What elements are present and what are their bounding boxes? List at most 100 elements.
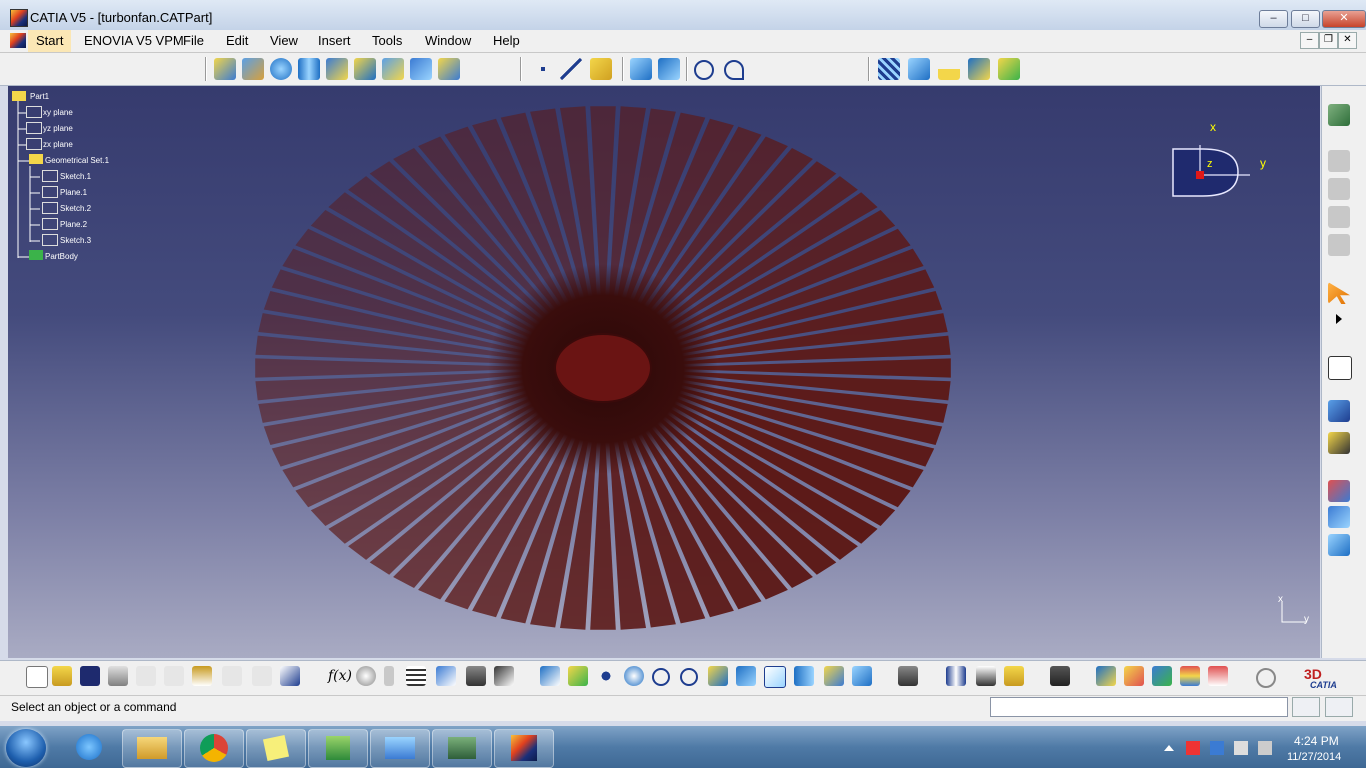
menu-insert[interactable]: Insert <box>318 30 351 52</box>
capture-icon[interactable] <box>1050 666 1070 686</box>
menu-start[interactable]: Start <box>28 30 72 52</box>
fill-icon[interactable] <box>354 58 376 80</box>
pan-icon[interactable] <box>596 666 616 686</box>
3d-viewport[interactable]: Part1 xy plane yz plane zx plane Geometr… <box>8 86 1320 658</box>
menu-window[interactable]: Window <box>425 30 471 52</box>
tree-node-plane-1[interactable]: Plane.1 <box>60 188 87 197</box>
repetition-icon[interactable] <box>1328 400 1350 422</box>
measure-inertia-icon[interactable] <box>1004 666 1024 686</box>
document-icon[interactable] <box>10 33 26 48</box>
apply-material-icon[interactable] <box>998 58 1020 80</box>
projection-icon[interactable] <box>630 58 652 80</box>
draft-analysis-icon[interactable] <box>1180 666 1200 686</box>
multi-section-icon[interactable] <box>382 58 404 80</box>
plane-tree-icon[interactable] <box>26 122 42 134</box>
geometrical-set-icon[interactable] <box>29 154 43 164</box>
remote-desktop-icon[interactable] <box>432 729 492 768</box>
analysis-icon[interactable] <box>1328 480 1350 502</box>
command-input[interactable] <box>990 697 1288 717</box>
zoom-in-icon[interactable] <box>652 668 670 686</box>
multiple-plane-icon[interactable] <box>1328 432 1350 454</box>
mdi-restore-button[interactable]: ❐ <box>1319 32 1338 49</box>
measure-item-icon[interactable] <box>976 666 996 686</box>
plane-tree-icon[interactable] <box>42 186 58 198</box>
tree-root-part1[interactable]: Part1 <box>30 92 49 101</box>
command-cancel-button[interactable] <box>1325 697 1353 717</box>
fit-all-icon[interactable] <box>568 666 588 686</box>
circle-icon[interactable] <box>694 60 714 80</box>
undo-icon[interactable] <box>222 666 242 686</box>
new-file-icon[interactable] <box>26 666 48 688</box>
action-center-icon[interactable] <box>1186 741 1200 755</box>
open-folder-icon[interactable] <box>52 666 72 686</box>
formula-icon[interactable]: f(x) <box>328 668 352 684</box>
windows-start-button[interactable] <box>6 729 46 767</box>
sticky-notes-icon[interactable] <box>246 729 306 768</box>
sketch-icon[interactable] <box>42 170 58 182</box>
plane-tree-icon[interactable] <box>26 106 42 118</box>
intersection-icon[interactable] <box>658 58 680 80</box>
rotate-icon[interactable] <box>624 666 644 686</box>
lock-icon[interactable] <box>466 666 486 686</box>
expand-arrow-icon[interactable] <box>1336 314 1342 324</box>
tree-node-geometrical-set[interactable]: Geometrical Set.1 <box>45 156 109 165</box>
join-icon[interactable] <box>878 58 900 80</box>
clock-time[interactable]: 4:24 PM <box>1294 734 1339 748</box>
part-icon[interactable] <box>12 91 26 101</box>
internet-explorer-icon[interactable] <box>60 729 118 766</box>
axis-system-icon[interactable] <box>968 58 990 80</box>
photo-viewer-icon[interactable] <box>370 729 430 768</box>
turbofan-model[interactable] <box>255 104 955 630</box>
refresh-icon[interactable] <box>1256 668 1276 688</box>
distance-analysis-icon[interactable] <box>1152 666 1172 686</box>
dress-up-icon[interactable] <box>1096 666 1116 686</box>
clock-date[interactable]: 11/27/2014 <box>1287 751 1341 763</box>
tools-palette-icon[interactable] <box>898 666 918 686</box>
tree-node-yz-plane[interactable]: yz plane <box>43 124 73 133</box>
point-icon[interactable] <box>532 58 554 80</box>
catia-window-icon[interactable] <box>308 729 368 768</box>
parameters-icon[interactable] <box>494 666 514 686</box>
plane-tree-icon[interactable] <box>42 218 58 230</box>
sketch-workbench-icon[interactable] <box>1328 104 1350 126</box>
translate-icon[interactable] <box>908 58 930 80</box>
shading-icon[interactable] <box>794 666 814 686</box>
tree-node-partbody[interactable]: PartBody <box>45 252 78 261</box>
sweep-icon[interactable] <box>326 58 348 80</box>
measure-between-icon[interactable] <box>946 666 966 686</box>
show-hidden-icons-icon[interactable] <box>1164 745 1174 751</box>
volume-muted-icon[interactable] <box>1258 741 1272 755</box>
whats-this-icon[interactable] <box>280 666 300 686</box>
multi-view-icon[interactable] <box>736 666 756 686</box>
normal-view-icon[interactable] <box>708 666 728 686</box>
fan-hub[interactable] <box>554 333 652 403</box>
connect-checker-icon[interactable] <box>1328 506 1350 528</box>
tree-node-plane-2[interactable]: Plane.2 <box>60 220 87 229</box>
sketcher-icon[interactable] <box>1328 356 1352 380</box>
line-icon[interactable] <box>560 58 582 80</box>
catia-app-icon[interactable] <box>10 9 28 27</box>
surface-analysis-icon[interactable] <box>1124 666 1144 686</box>
knowledge-advisor-icon[interactable] <box>356 666 376 686</box>
mdi-minimize-button[interactable]: – <box>1300 32 1319 49</box>
paste-icon[interactable] <box>192 666 212 686</box>
maximize-button[interactable]: □ <box>1291 10 1320 28</box>
zoom-out-icon[interactable] <box>680 668 698 686</box>
chrome-icon[interactable] <box>184 729 244 768</box>
blend-icon[interactable] <box>410 58 432 80</box>
cylinder-icon[interactable] <box>298 58 320 80</box>
curvature-icon[interactable] <box>1328 534 1350 556</box>
menu-tools[interactable]: Tools <box>372 30 402 52</box>
swap-visible-space-icon[interactable] <box>852 666 872 686</box>
network-icon[interactable] <box>1234 741 1248 755</box>
catalog-icon[interactable] <box>436 666 456 686</box>
catia-taskbar-icon[interactable] <box>494 729 554 768</box>
mdi-close-button[interactable]: ✕ <box>1338 32 1357 49</box>
cut-icon[interactable] <box>136 666 156 686</box>
copy-icon[interactable] <box>164 666 184 686</box>
print-icon[interactable] <box>108 666 128 686</box>
plane-tree-icon[interactable] <box>26 138 42 150</box>
save-icon[interactable] <box>80 666 100 686</box>
sketch-icon[interactable] <box>42 234 58 246</box>
tree-node-xy-plane[interactable]: xy plane <box>43 108 73 117</box>
